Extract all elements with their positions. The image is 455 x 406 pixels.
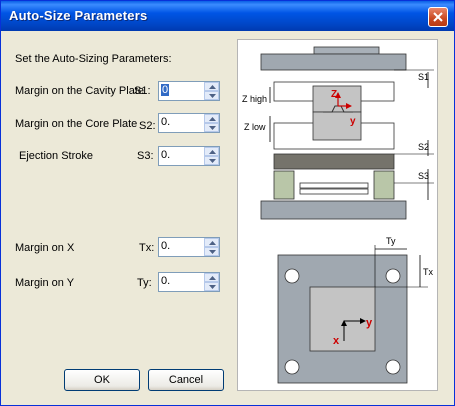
s3-decrement-button[interactable] bbox=[204, 156, 219, 165]
s1-dim-label: S1 bbox=[418, 72, 429, 82]
ty-value[interactable]: 0. bbox=[161, 275, 170, 287]
s1-value[interactable]: 0 bbox=[161, 84, 170, 96]
plan-y-axis-label: y bbox=[366, 317, 373, 329]
arrow-down-icon bbox=[209, 159, 216, 163]
tx-increment-button[interactable] bbox=[204, 238, 219, 247]
bottom-clamp-plate bbox=[260, 200, 407, 220]
arrow-up-icon bbox=[209, 150, 216, 154]
z-high-label: Z high bbox=[242, 94, 267, 104]
leader-pin-hole bbox=[284, 268, 300, 284]
ejector-rail-left bbox=[273, 170, 295, 200]
side-z-axis-label: Z bbox=[331, 89, 337, 100]
sprue-bushing bbox=[313, 46, 380, 55]
tx-decrement-button[interactable] bbox=[204, 247, 219, 256]
s2-value[interactable]: 0. bbox=[161, 116, 170, 128]
side-view: Z y Z high Z low S1 S2 S3 bbox=[242, 46, 434, 220]
s3-code-label: S3: bbox=[137, 150, 154, 162]
arrow-up-icon bbox=[209, 276, 216, 280]
arrow-down-icon bbox=[209, 126, 216, 130]
plan-view: Ty Tx y x bbox=[277, 236, 433, 384]
z-low-label: Z low bbox=[244, 122, 266, 132]
tx-code-label: Tx: bbox=[139, 242, 155, 254]
s2-dim-label: S2 bbox=[418, 142, 429, 152]
plan-x-axis-label: x bbox=[333, 335, 340, 347]
margin-x-label: Margin on X bbox=[15, 242, 75, 254]
leader-pin-hole bbox=[284, 359, 300, 375]
s1-code-label: S1: bbox=[134, 85, 151, 97]
ejection-stroke-label: Ejection Stroke bbox=[19, 150, 93, 162]
support-plate bbox=[273, 153, 395, 170]
window-title: Auto-Size Parameters bbox=[9, 8, 148, 23]
margin-y-label: Margin on Y bbox=[15, 277, 75, 289]
side-y-axis-label: y bbox=[350, 116, 356, 127]
dialog-window: Auto-Size Parameters Set the Auto-Sizing… bbox=[0, 0, 455, 406]
s1-decrement-button[interactable] bbox=[204, 91, 219, 100]
s3-value[interactable]: 0. bbox=[161, 149, 170, 161]
tx-dim-label: Tx bbox=[423, 267, 433, 277]
ty-decrement-button[interactable] bbox=[204, 282, 219, 291]
top-clamp-plate bbox=[260, 53, 407, 71]
s3-spinner[interactable]: 0. bbox=[158, 146, 220, 166]
arrow-up-icon bbox=[209, 241, 216, 245]
arrow-down-icon bbox=[209, 285, 216, 289]
core-plate-label: Margin on the Core Plate bbox=[15, 118, 138, 130]
s2-increment-button[interactable] bbox=[204, 114, 219, 123]
ty-dim-label: Ty bbox=[386, 236, 396, 246]
arrow-up-icon bbox=[209, 85, 216, 89]
mold-diagram: Z y Z high Z low S1 S2 S3 Ty Tx y x bbox=[237, 39, 438, 391]
s2-spinner[interactable]: 0. bbox=[158, 113, 220, 133]
s1-spinner[interactable]: 0 bbox=[158, 81, 220, 101]
s1-increment-button[interactable] bbox=[204, 82, 219, 91]
leader-pin-hole bbox=[385, 359, 401, 375]
ejector-rail-right bbox=[373, 170, 395, 200]
tx-spinner[interactable]: 0. bbox=[158, 237, 220, 257]
s2-code-label: S2: bbox=[139, 120, 156, 132]
tx-value[interactable]: 0. bbox=[161, 240, 170, 252]
ty-spinner[interactable]: 0. bbox=[158, 272, 220, 292]
close-icon bbox=[433, 12, 443, 22]
cavity-plate-label: Margin on the Cavity Plate bbox=[15, 85, 145, 97]
cancel-button[interactable]: Cancel bbox=[148, 369, 224, 391]
ejector-retainer-plate bbox=[299, 182, 369, 189]
form-heading: Set the Auto-Sizing Parameters: bbox=[15, 53, 172, 65]
arrow-up-icon bbox=[209, 117, 216, 121]
ty-increment-button[interactable] bbox=[204, 273, 219, 282]
arrow-down-icon bbox=[209, 250, 216, 254]
ok-button[interactable]: OK bbox=[64, 369, 140, 391]
arrow-down-icon bbox=[209, 94, 216, 98]
leader-pin-hole bbox=[385, 268, 401, 284]
ty-code-label: Ty: bbox=[137, 277, 152, 289]
s2-decrement-button[interactable] bbox=[204, 123, 219, 132]
close-button[interactable] bbox=[428, 7, 448, 27]
s3-increment-button[interactable] bbox=[204, 147, 219, 156]
s3-dim-label: S3 bbox=[418, 171, 429, 181]
title-bar[interactable]: Auto-Size Parameters bbox=[1, 1, 454, 31]
ejector-plate bbox=[299, 188, 369, 195]
